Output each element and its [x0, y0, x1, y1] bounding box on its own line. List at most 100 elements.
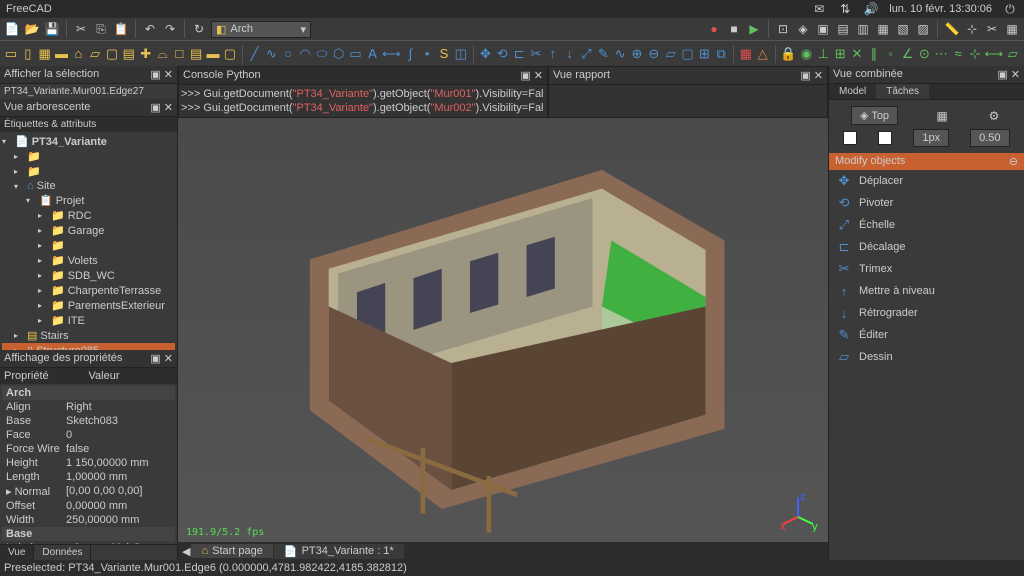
building-icon[interactable]: ⌂ — [71, 45, 85, 63]
shape2d-icon[interactable]: ▱ — [664, 45, 678, 63]
snap-end-icon[interactable]: ◦ — [884, 45, 898, 63]
modify-trimex[interactable]: ✂Trimex — [829, 258, 1024, 280]
modify-move[interactable]: ✥Déplacer — [829, 170, 1024, 192]
delpoint-icon[interactable]: ⊖ — [647, 45, 661, 63]
line-color-swatch[interactable] — [878, 131, 892, 145]
snap-center-icon[interactable]: ⊙ — [917, 45, 931, 63]
upgrade-icon[interactable]: ↑ — [546, 45, 560, 63]
rotate-icon[interactable]: ⟲ — [495, 45, 509, 63]
rebar-icon[interactable]: ▦ — [38, 45, 52, 63]
circle-icon[interactable]: ○ — [281, 45, 295, 63]
snap-angle-icon[interactable]: ∠ — [901, 45, 915, 63]
fontsize-field[interactable]: 0.50 — [970, 129, 1009, 147]
prop-row[interactable]: Face0 — [2, 428, 175, 442]
axis-tool-icon[interactable]: ✚ — [139, 45, 153, 63]
3d-viewport[interactable]: 191.9/5.2 fps z y x — [178, 118, 828, 542]
tree-item[interactable]: ▸📁ITE — [2, 313, 175, 328]
snap-mid-icon[interactable]: ◉ — [800, 45, 814, 63]
redo-icon[interactable]: ↷ — [162, 21, 178, 37]
open-icon[interactable]: 📂 — [24, 21, 40, 37]
linewidth-field[interactable]: 1px — [913, 129, 949, 147]
view-bottom-icon[interactable]: ▧ — [895, 21, 911, 37]
sketch-icon[interactable]: ▢ — [681, 45, 695, 63]
panel-controls-icon[interactable]: ▣ ✕ — [150, 68, 173, 81]
mail-icon[interactable]: ✉ — [811, 1, 827, 17]
snap-near-icon[interactable]: ≈ — [951, 45, 965, 63]
panel-icon[interactable]: ▬ — [206, 45, 220, 63]
prop-row[interactable]: ▸ Normal[0,00 0,00 0,00] — [2, 484, 175, 499]
view-front-icon[interactable]: ▣ — [815, 21, 831, 37]
arc-icon[interactable]: ◠ — [298, 45, 312, 63]
addpoint-icon[interactable]: ⊕ — [630, 45, 644, 63]
wire-icon[interactable]: ∿ — [264, 45, 278, 63]
panel-controls-icon[interactable]: ▣ ✕ — [520, 69, 543, 82]
scale-icon[interactable]: ⤢ — [580, 45, 594, 63]
collapse-icon[interactable]: ⊖ — [1009, 155, 1018, 168]
tree-item[interactable]: ▸📁ParementsExterieur — [2, 298, 175, 313]
tree-stairs[interactable]: ▸▤Stairs — [2, 328, 175, 343]
construction-icon[interactable]: ⚙ — [986, 108, 1002, 124]
wp-top-button[interactable]: ◈ Top — [851, 106, 898, 125]
view-rear-icon[interactable]: ▦ — [875, 21, 891, 37]
face-color-swatch[interactable] — [843, 131, 857, 145]
downgrade-icon[interactable]: ↓ — [563, 45, 577, 63]
polygon-icon[interactable]: ⬡ — [332, 45, 346, 63]
stairs-icon[interactable]: ▤ — [189, 45, 203, 63]
prop-row[interactable]: Height1 150,00000 mm — [2, 456, 175, 470]
view-top-icon[interactable]: ▤ — [835, 21, 851, 37]
modify-upgrade[interactable]: ↑Mettre à niveau — [829, 280, 1024, 302]
floor-icon[interactable]: ▬ — [55, 45, 69, 63]
axis-icon[interactable]: ⊹ — [964, 21, 980, 37]
cut-icon[interactable]: ✂ — [73, 21, 89, 37]
tree-item[interactable]: ▸📁Volets — [2, 253, 175, 268]
volume-icon[interactable]: 🔊 — [863, 1, 879, 17]
modify-edit[interactable]: ✎Éditer — [829, 324, 1024, 346]
snap-ortho-icon[interactable]: ⊹ — [968, 45, 982, 63]
panel-controls-icon[interactable]: ▣ ✕ — [150, 101, 173, 114]
prop-row[interactable]: Force Wirefalse — [2, 442, 175, 456]
modify-downgrade[interactable]: ↓Rétrograder — [829, 302, 1024, 324]
modify-offset[interactable]: ⊏Décalage — [829, 236, 1024, 258]
section-icon[interactable]: ▤ — [122, 45, 136, 63]
network-icon[interactable]: ⇅ — [837, 1, 853, 17]
tree-item[interactable]: ▸📁 — [2, 149, 175, 164]
view-left-icon[interactable]: ▨ — [915, 21, 931, 37]
doc-tab-document[interactable]: 📄PT34_Variante : 1* — [274, 544, 404, 559]
snap-lock-icon[interactable]: 🔒 — [780, 45, 796, 63]
refresh-icon[interactable]: ↻ — [191, 21, 207, 37]
panel-controls-icon[interactable]: ▣ ✕ — [997, 68, 1020, 81]
tab-nav-icon[interactable]: ◀ — [182, 545, 190, 558]
property-list[interactable]: Arch AlignRight BaseSketch083 Face0 Forc… — [0, 384, 177, 544]
tab-data[interactable]: Données — [34, 545, 91, 560]
texture-icon[interactable]: ▦ — [1004, 21, 1020, 37]
space-icon[interactable]: □ — [172, 45, 186, 63]
tree-structure-selected[interactable]: ▸▯Structure085 — [2, 343, 175, 350]
frame-icon[interactable]: ▢ — [223, 45, 237, 63]
view-iso-icon[interactable]: ◈ — [795, 21, 811, 37]
view-fit-icon[interactable]: ⊡ — [775, 21, 791, 37]
prop-row[interactable]: Offset0,00000 mm — [2, 499, 175, 513]
view-right-icon[interactable]: ▥ — [855, 21, 871, 37]
snap-dim-icon[interactable]: ⟷ — [985, 45, 1003, 63]
dimension-icon[interactable]: ⟷ — [382, 45, 400, 63]
combo-tab-tasks[interactable]: Tâches — [876, 84, 929, 99]
prop-row[interactable]: BaseSketch083 — [2, 414, 175, 428]
prop-row[interactable]: AlignRight — [2, 400, 175, 414]
ellipse-icon[interactable]: ⬭ — [315, 45, 329, 63]
tree-item[interactable]: ▸📁SDB_WC — [2, 268, 175, 283]
edit-icon[interactable]: ✎ — [596, 45, 610, 63]
tree-item[interactable]: ▸📁RDC — [2, 208, 175, 223]
tree-root[interactable]: ▾📄PT34_Variante — [2, 134, 175, 149]
mesh-icon[interactable]: △ — [756, 45, 770, 63]
copy-icon[interactable]: ⎘ — [93, 21, 109, 37]
snap-perp-icon[interactable]: ⊥ — [816, 45, 830, 63]
play-icon[interactable]: ▶ — [746, 21, 762, 37]
workbench-selector[interactable]: ◧Arch▾ — [211, 21, 311, 38]
snap-int-icon[interactable]: ✕ — [850, 45, 864, 63]
new-icon[interactable]: 📄 — [4, 21, 20, 37]
report-view[interactable]: Vue rapport▣ ✕ — [548, 66, 828, 118]
modify-drawing[interactable]: ▱Dessin — [829, 346, 1024, 368]
tree-item[interactable]: ▸📁CharpenteTerrasse — [2, 283, 175, 298]
tree-item[interactable]: ▸📁Garage — [2, 223, 175, 238]
prop-row[interactable]: Width250,00000 mm — [2, 513, 175, 527]
